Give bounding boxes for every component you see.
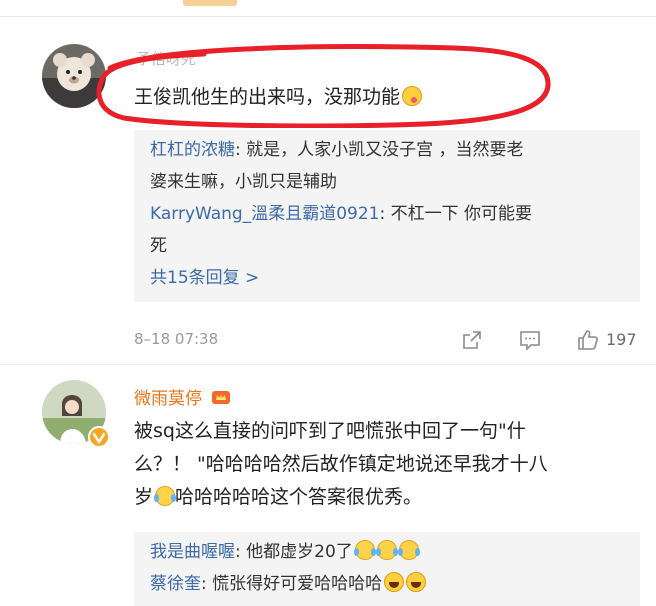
- comment-text: 被sq这么直接的问吓到了吧慌张中回了一句"什 么？！ "哈哈哈哈然后故作镇定地说…: [134, 415, 548, 514]
- laugh-cry-icon: [397, 540, 420, 560]
- comment-text-content: 王俊凯他生的出来吗，没那功能: [134, 86, 401, 108]
- grin-icon: [406, 572, 427, 592]
- share-icon[interactable]: [460, 328, 484, 352]
- comment-text-line: 么？！ "哈哈哈哈然后故作镇定地说还早我才十八: [134, 453, 548, 475]
- avatar[interactable]: [42, 44, 106, 108]
- reply-text: : 他都虚岁20了: [235, 542, 353, 562]
- reply-username[interactable]: 蔡徐奎: [150, 574, 201, 594]
- grin-icon: [384, 572, 405, 592]
- reply-item[interactable]: 我是曲喔喔: 他都虚岁20了: [134, 536, 640, 568]
- reply-username[interactable]: 杠杠的浓糖: [150, 140, 235, 160]
- reply-text-cont: 婆来生嘛，小凯只是辅助: [150, 172, 337, 192]
- like-icon[interactable]: [576, 328, 600, 352]
- reply-item-cont: 死: [134, 230, 640, 262]
- reply-text-cont: 死: [150, 236, 167, 256]
- feed-top-strip: [0, 0, 656, 14]
- comment-username[interactable]: 微雨莫停: [134, 384, 231, 409]
- reply-item[interactable]: KarryWang_溫柔且霸道0921: 不杠一下 你可能要: [134, 198, 640, 230]
- like-count: 197: [606, 330, 637, 349]
- comment-username[interactable]: 予倍呀死: [136, 48, 196, 69]
- reply-text: : 慌张得好可爱哈哈哈哈: [201, 574, 383, 594]
- comment-text-segment: 岁: [134, 486, 154, 508]
- reply-username[interactable]: KarryWang_溫柔且霸道0921: [150, 204, 379, 224]
- comment-icon[interactable]: [518, 328, 542, 352]
- tab-indicator: [183, 0, 237, 6]
- reply-item[interactable]: 杠杠的浓糖: 就是，人家小凯又没子宫 ，当然要老: [134, 134, 640, 166]
- comment-text: 王俊凯他生的出来吗，没那功能: [134, 81, 423, 114]
- yum-face-icon: [402, 86, 423, 106]
- comment-meta: 8–18 07:38 197: [134, 328, 640, 352]
- laugh-cry-icon: [375, 540, 398, 560]
- reply-thread[interactable]: 杠杠的浓糖: 就是，人家小凯又没子宫 ，当然要老 婆来生嘛，小凯只是辅助 Kar…: [134, 130, 640, 302]
- comment-timestamp: 8–18 07:38: [134, 330, 219, 348]
- reply-username[interactable]: 我是曲喔喔: [150, 542, 235, 562]
- laugh-cry-icon: [353, 540, 376, 560]
- laugh-cry-icon: [154, 486, 177, 506]
- reply-item[interactable]: 蔡徐奎: 慌张得好可爱哈哈哈哈: [134, 568, 640, 600]
- comment-text-line: 岁哈哈哈哈哈这个答案很优秀。: [134, 481, 548, 514]
- top-divider: [0, 16, 656, 17]
- reply-thread[interactable]: 我是曲喔喔: 他都虚岁20了 蔡徐奎: 慌张得好可爱哈哈哈哈: [134, 532, 640, 606]
- verified-badge-icon: [88, 426, 110, 448]
- reply-item-cont: 婆来生嘛，小凯只是辅助: [134, 166, 640, 198]
- reply-text: : 不杠一下 你可能要: [379, 204, 533, 224]
- comment-text-segment: 哈哈哈哈哈这个答案很优秀。: [175, 486, 423, 508]
- comment-username-text: 微雨莫停: [134, 389, 202, 409]
- vip-crown-icon: [211, 389, 231, 405]
- comment-divider: [0, 364, 656, 365]
- comment-text-line: 被sq这么直接的问吓到了吧慌张中回了一句"什: [134, 420, 526, 442]
- more-replies-link[interactable]: 共15条回复 >: [134, 262, 640, 294]
- reply-text: : 就是，人家小凯又没子宫 ，当然要老: [235, 140, 524, 160]
